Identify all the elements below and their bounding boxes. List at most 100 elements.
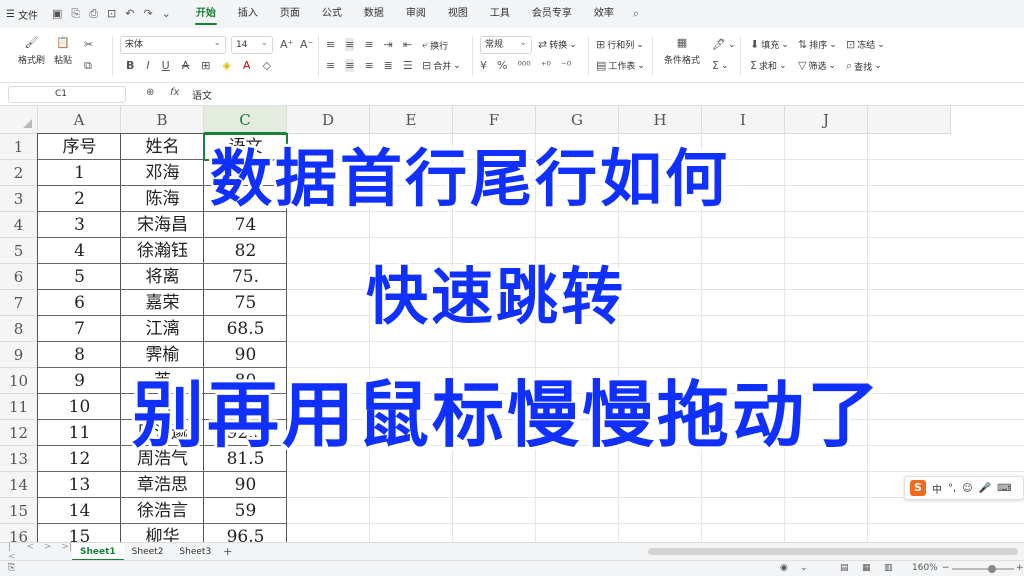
fx-icon[interactable]: fx — [170, 87, 179, 98]
sheet-tab-1[interactable]: Sheet1 — [72, 542, 124, 561]
table-cell[interactable]: 6 — [38, 290, 121, 316]
first-sheet-icon[interactable]: |< — [8, 542, 16, 562]
currency-icon[interactable]: ¥ — [480, 59, 487, 72]
table-cell[interactable]: 陈海 — [121, 186, 204, 212]
outdent-icon[interactable]: ⇤ — [403, 38, 412, 51]
microphone-icon[interactable]: 🎤 — [979, 483, 991, 494]
save-icon[interactable]: ▣ — [52, 7, 62, 21]
align-center-icon[interactable]: ≡ — [345, 59, 355, 72]
indent-icon[interactable]: ⇥ — [384, 38, 393, 51]
fill-button[interactable]: ⬇ 填充 ⌄ — [750, 38, 789, 51]
row-header-8[interactable]: 8 — [0, 316, 38, 342]
italic-icon[interactable]: I — [146, 59, 149, 72]
column-header-a[interactable]: A — [38, 106, 121, 134]
find-button[interactable]: ⌕ 查找 ⌄ — [846, 59, 882, 73]
redo-icon[interactable]: ↷ — [143, 7, 152, 21]
row-header-16[interactable]: 16 — [0, 524, 38, 542]
table-cell[interactable]: 15 — [38, 524, 121, 542]
tab-9[interactable]: 效率 — [583, 0, 625, 28]
row-col-button[interactable]: ⊞ 行和列 ⌄ — [596, 38, 644, 51]
zoom-slider[interactable] — [952, 565, 1014, 573]
table-cell[interactable]: 7 — [38, 316, 121, 342]
table-cell[interactable]: 徐浩言 — [121, 498, 204, 524]
table-cell[interactable]: 8 — [38, 342, 121, 368]
row-header-10[interactable]: 10 — [0, 368, 38, 394]
ime-toolbar[interactable]: S 中 °, ☺ 🎤 ⌨ — [904, 476, 1024, 500]
next-sheet-icon[interactable]: > — [44, 542, 52, 562]
number-format-select[interactable]: 常规 — [480, 35, 532, 54]
sum-button[interactable]: Σ 求和 ⌄ — [750, 59, 787, 72]
zoom-out-icon[interactable]: − — [942, 563, 950, 573]
cond-format-button[interactable]: ▦ 条件格式 — [664, 36, 700, 66]
table-cell[interactable]: 将离 — [121, 264, 204, 290]
header-cell[interactable]: 姓名 — [121, 134, 204, 160]
table-cell[interactable]: 嘉荣 — [121, 290, 204, 316]
clear-icon[interactable]: ◇ — [262, 59, 270, 72]
formula-input[interactable]: 语文 — [192, 87, 212, 102]
horizontal-scrollbar[interactable] — [648, 548, 1018, 555]
increase-decimal-icon[interactable]: ⁺⁰ — [541, 59, 551, 72]
copy-button[interactable]: ⧉ — [84, 59, 92, 73]
row-header-13[interactable]: 13 — [0, 446, 38, 472]
tab-0[interactable]: 开始 — [185, 0, 227, 28]
table-cell[interactable]: 10 — [38, 394, 121, 420]
header-cell[interactable]: 序号 — [38, 134, 121, 160]
last-sheet-icon[interactable]: >| — [61, 542, 72, 562]
column-header-b[interactable]: B — [121, 106, 204, 134]
tab-6[interactable]: 视图 — [437, 0, 479, 28]
preview-icon[interactable]: ⊡ — [107, 7, 116, 21]
align-right-icon[interactable]: ≡ — [364, 59, 373, 72]
row-header-2[interactable]: 2 — [0, 160, 38, 186]
strikethrough-icon[interactable]: A — [182, 59, 190, 72]
align-bottom-icon[interactable]: ≡ — [364, 38, 373, 51]
table-cell[interactable]: 1 — [38, 160, 121, 186]
row-header-4[interactable]: 4 — [0, 212, 38, 238]
table-cell[interactable]: 章浩思 — [121, 472, 204, 498]
row-header-3[interactable]: 3 — [0, 186, 38, 212]
table-cell[interactable]: 75 — [204, 290, 287, 316]
emoji-icon[interactable]: ☺ — [962, 483, 972, 494]
table-cell[interactable]: 96.5 — [204, 524, 287, 542]
font-size-select[interactable]: 14 — [231, 35, 273, 54]
table-cell[interactable]: 5 — [38, 264, 121, 290]
normal-view-icon[interactable]: ▤ — [840, 563, 849, 573]
table-cell[interactable]: 9 — [38, 368, 121, 394]
freeze-button[interactable]: ⊡ 冻结 ⌄ — [846, 38, 885, 51]
table-cell[interactable]: 柳华 — [121, 524, 204, 542]
border-icon[interactable]: ⊞ — [201, 59, 210, 72]
eye-protection-icon[interactable]: ◉ — [780, 563, 788, 573]
tab-4[interactable]: 数据 — [353, 0, 395, 28]
tab-3[interactable]: 公式 — [311, 0, 353, 28]
zoom-in-icon[interactable]: + — [1016, 563, 1024, 573]
zoom-icon[interactable]: ⊕ — [146, 87, 154, 98]
table-cell[interactable]: 4 — [38, 238, 121, 264]
row-header-14[interactable]: 14 — [0, 472, 38, 498]
fill-color-icon[interactable]: ◈ — [222, 59, 230, 72]
tab-5[interactable]: 审阅 — [395, 0, 437, 28]
tab-7[interactable]: 工具 — [479, 0, 521, 28]
distribute-icon[interactable]: ☰ — [403, 59, 413, 72]
font-grow-button[interactable]: A⁺ — [280, 38, 293, 51]
wrap-button[interactable]: ⤶ 换行 — [422, 38, 448, 52]
table-cell[interactable]: 75. — [204, 264, 287, 290]
font-name-select[interactable]: 宋体 — [120, 35, 226, 54]
tab-2[interactable]: 页面 — [269, 0, 311, 28]
row-header-12[interactable]: 12 — [0, 420, 38, 446]
sheet-tab-3[interactable]: Sheet3 — [171, 543, 219, 561]
font-shrink-button[interactable]: A⁻ — [300, 38, 313, 51]
cell-style-button[interactable]: 🖋 ⌄ — [712, 38, 736, 51]
decrease-decimal-icon[interactable]: ⁻⁰ — [561, 59, 571, 72]
column-header-overflow[interactable] — [868, 106, 951, 134]
row-header-1[interactable]: 1 — [0, 134, 38, 160]
table-cell[interactable]: 14 — [38, 498, 121, 524]
table-cell[interactable]: 13 — [38, 472, 121, 498]
percent-icon[interactable]: % — [497, 59, 507, 72]
prev-sheet-icon[interactable]: < — [26, 542, 34, 562]
tab-1[interactable]: 插入 — [227, 0, 269, 28]
view-mode-icon[interactable]: ⌄ — [800, 563, 808, 573]
keyboard-icon[interactable]: ⌨ — [997, 483, 1011, 494]
zoom-level[interactable]: 160% — [912, 563, 938, 573]
add-sheet-icon[interactable]: + — [219, 545, 232, 558]
print-icon[interactable]: ⎙ — [89, 7, 98, 21]
merge-button[interactable]: ⊟ 合并 ⌄ — [422, 59, 461, 72]
